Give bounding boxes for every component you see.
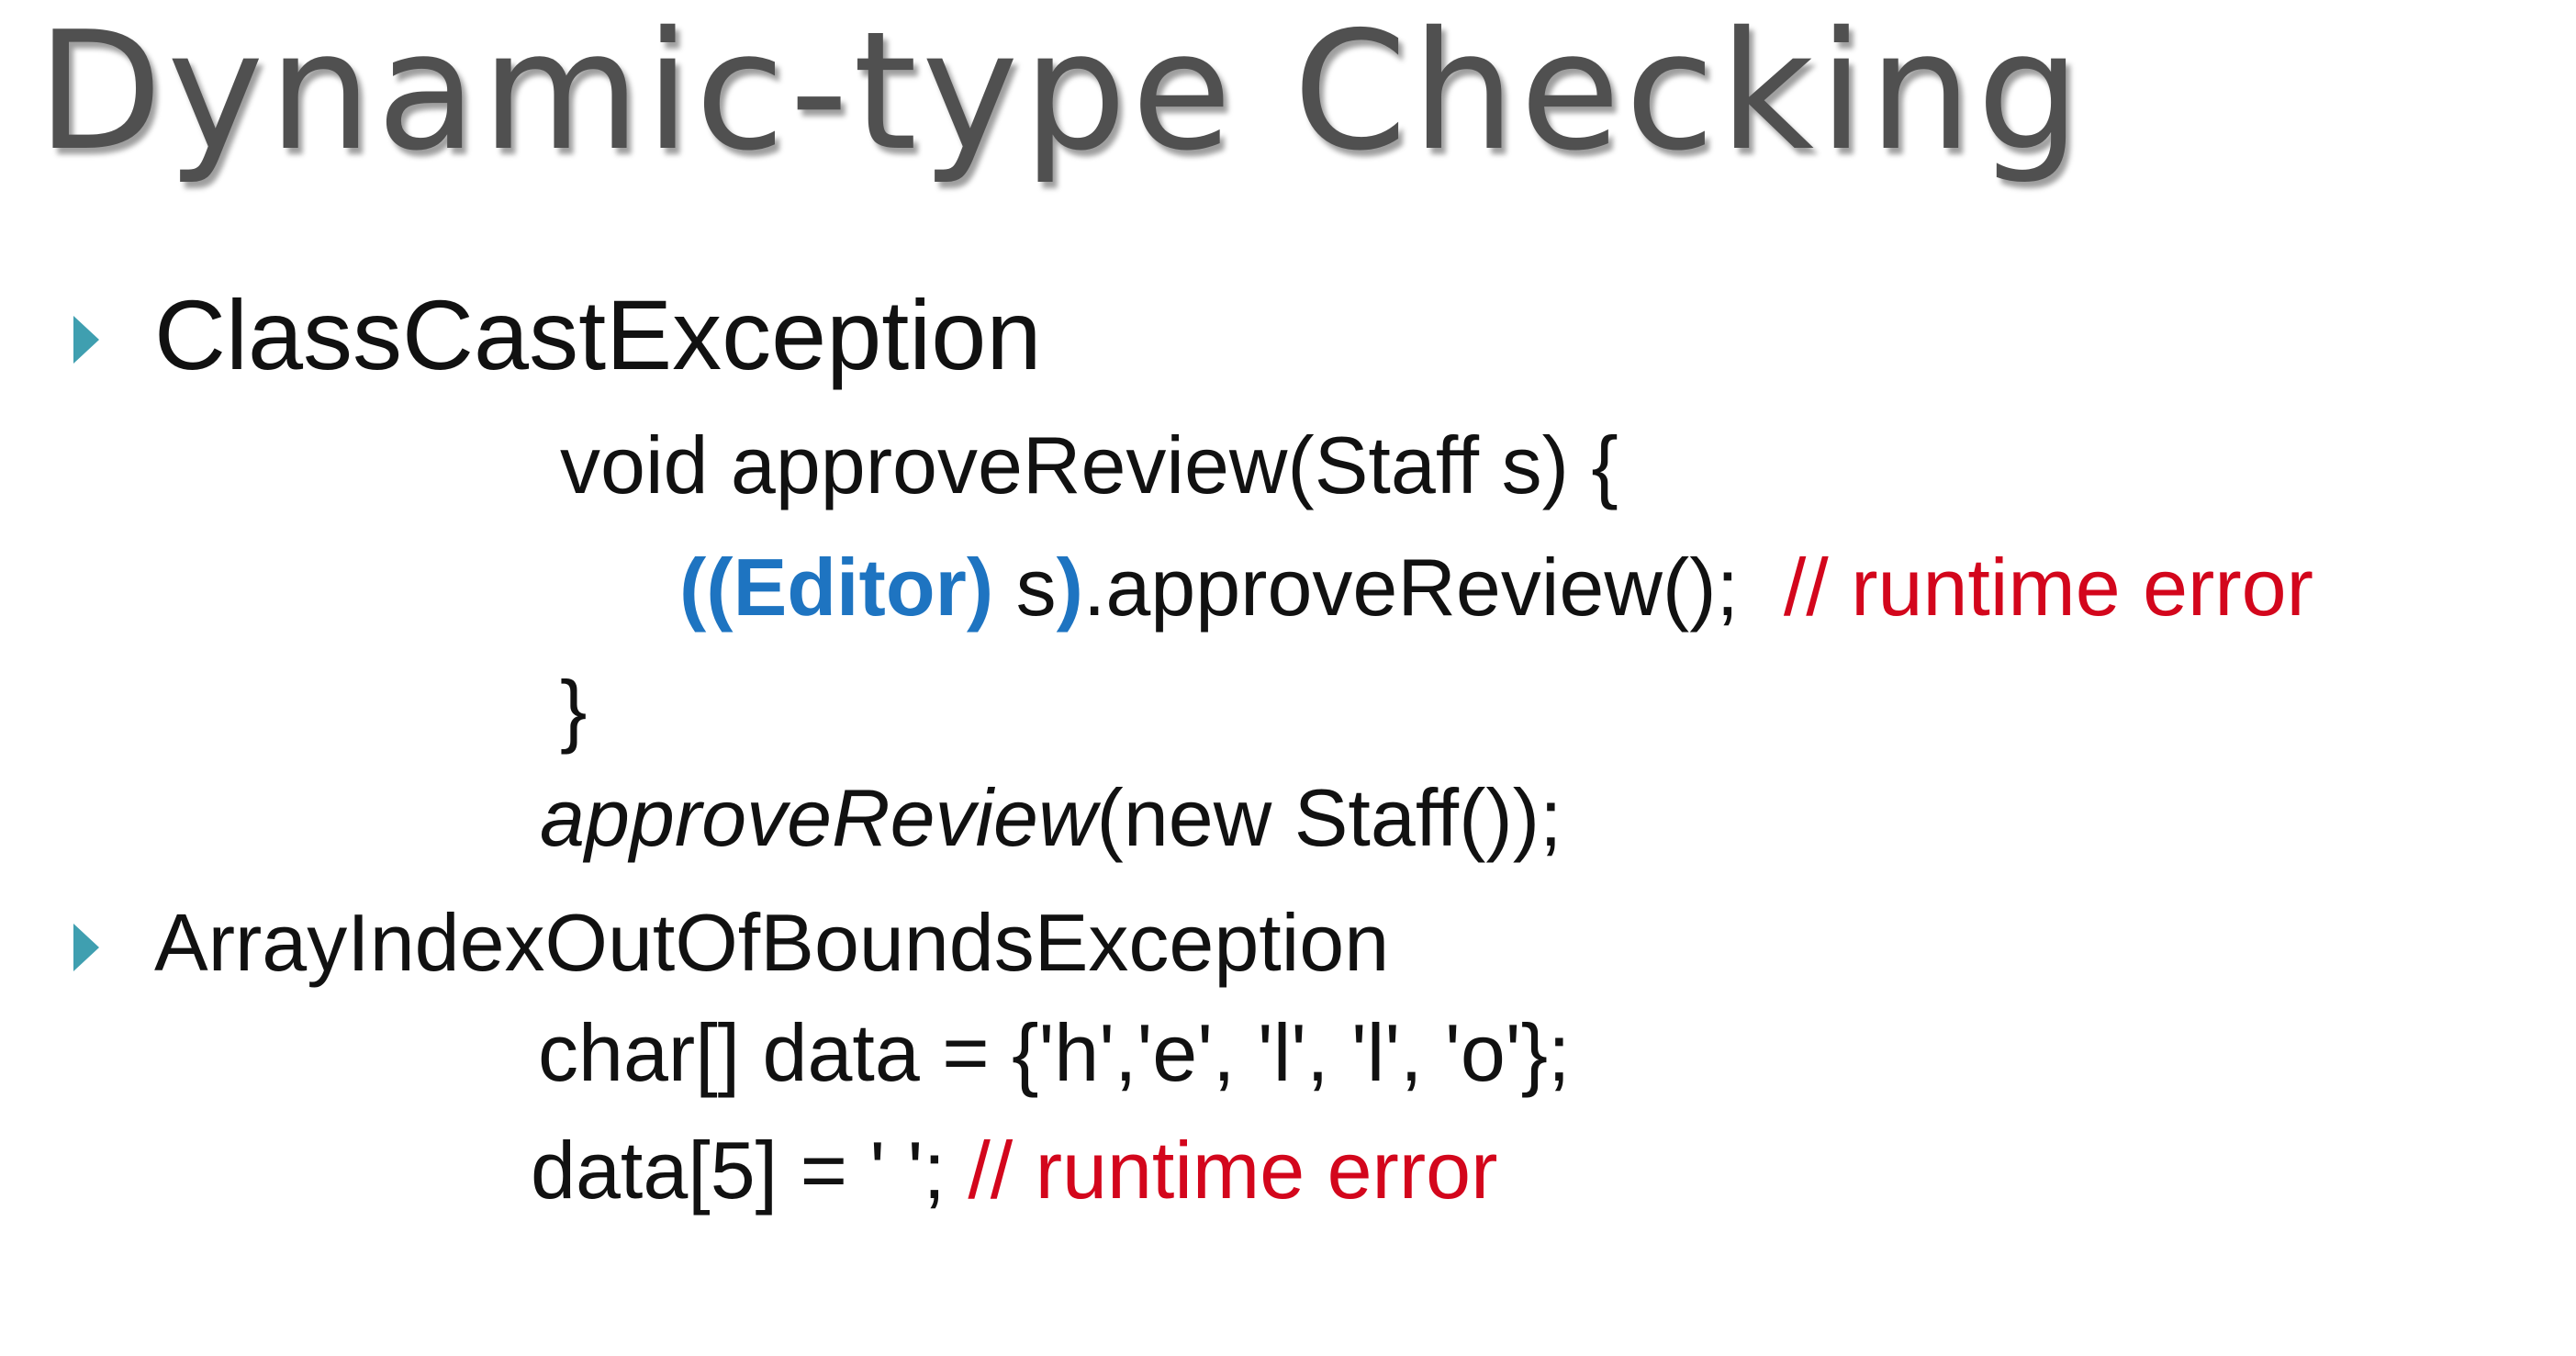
section-heading-classcast: ClassCastException (154, 279, 1042, 390)
code-line: } (560, 659, 587, 760)
code-text: (new Staff()); (1096, 772, 1562, 863)
method-name: approveReview (540, 772, 1097, 863)
slide-title: Dynamic-type Checking (37, 0, 2086, 186)
code-line: ((Editor) s).approveReview(); // runtime… (679, 537, 2313, 638)
code-line: approveReview(new Staff()); (540, 768, 1562, 869)
cast-expression: ((Editor) (679, 542, 994, 633)
code-text: void approveReview(Staff s) { (560, 420, 1618, 510)
bullet-triangle-icon (73, 316, 99, 364)
code-comment: // runtime error (968, 1125, 1498, 1216)
section-heading-arrayindex: ArrayIndexOutOfBoundsException (154, 897, 1390, 988)
code-text: } (560, 664, 588, 755)
code-text: .approveReview(); (1082, 542, 1739, 633)
code-text: char[] data = {'h','e', 'l', 'l', 'o'}; (538, 1007, 1571, 1098)
code-text: data[5] = ' '; (531, 1125, 946, 1216)
code-line: void approveReview(Staff s) { (560, 415, 1618, 516)
code-text: s (993, 542, 1057, 633)
slide: Dynamic-type Checking ClassCastException… (0, 0, 2576, 1356)
code-comment: // runtime error (1783, 542, 2313, 633)
code-line: data[5] = ' '; // runtime error (531, 1120, 1497, 1221)
cast-close-paren: ) (1056, 542, 1083, 633)
code-line: char[] data = {'h','e', 'l', 'l', 'o'}; (538, 1003, 1570, 1104)
bullet-triangle-icon (73, 924, 99, 971)
